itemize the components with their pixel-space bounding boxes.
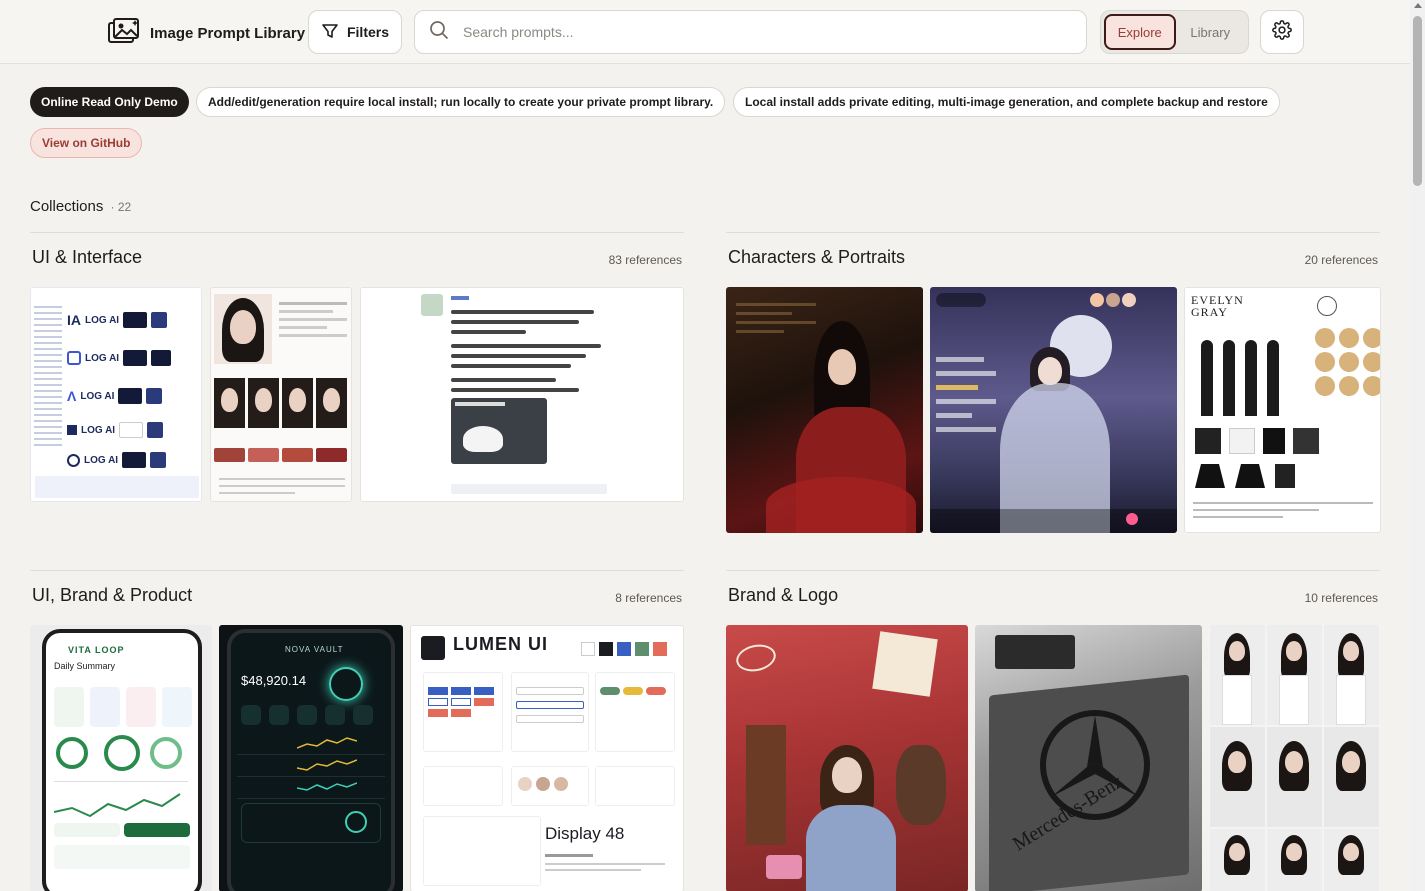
- collection-characters-portraits[interactable]: Characters & Portraits 20 references EVE…: [726, 232, 1381, 533]
- collections-title: Collections: [30, 198, 104, 215]
- thumbnail-moon-dancer[interactable]: [930, 287, 1177, 533]
- portfolio-value: $48,920.14: [241, 673, 307, 688]
- daily-summary-text: Daily Summary: [54, 661, 116, 671]
- evelyn-gray-text: EVELYN GRAY: [1191, 293, 1244, 319]
- doc-lines: [34, 306, 62, 450]
- thumbnail-lumen-ui-kit[interactable]: LUMEN UI Display 48: [410, 625, 684, 891]
- demo-badge: Online Read Only Demo: [30, 87, 189, 117]
- search-input[interactable]: [463, 24, 1043, 40]
- thumbnail-portrait-lipstick[interactable]: [210, 287, 352, 502]
- thumbnail-log-ai[interactable]: IA LOG AI LOG AI Λ LOG AI LOG AI LOG AI: [30, 287, 202, 502]
- brand-title: Image Prompt Library: [150, 25, 306, 42]
- collection-title: UI, Brand & Product: [32, 585, 193, 605]
- thumbnail-vita-loop-app[interactable]: VITA LOOP Daily Summary: [30, 625, 212, 891]
- scroll-thumb[interactable]: [1413, 16, 1422, 186]
- thumbnail-sticker-collage[interactable]: [726, 625, 968, 891]
- filter-icon: [321, 22, 339, 43]
- collection-brand-logo[interactable]: Brand & Logo 10 references Mercedes-Benz: [726, 570, 1380, 891]
- collection-title: Characters & Portraits: [728, 247, 906, 267]
- collection-title: Brand & Logo: [728, 585, 839, 605]
- top-header: Image Prompt Library Filters Explore Lib…: [0, 0, 1410, 64]
- scroll-up-arrow-icon[interactable]: [1413, 3, 1422, 8]
- filters-button[interactable]: Filters: [308, 10, 402, 54]
- log-ai-text: LOG AI: [85, 314, 120, 326]
- thumbnail-red-dress-portrait[interactable]: [726, 287, 923, 533]
- settings-button[interactable]: [1260, 10, 1304, 54]
- search-icon: [429, 20, 449, 45]
- collection-refs: 8 references: [615, 591, 682, 605]
- thumbnail-evelyn-gray[interactable]: EVELYN GRAY: [1184, 287, 1381, 533]
- thumbnail-nova-vault-app[interactable]: NOVA VAULT $48,920.14: [219, 625, 403, 891]
- lumen-ui-text: LUMEN UI: [453, 634, 548, 654]
- collection-refs: 10 references: [1304, 591, 1378, 605]
- collection-refs: 20 references: [1304, 253, 1378, 267]
- thumbnail-social-post[interactable]: [360, 287, 684, 502]
- search-bar: [414, 10, 1087, 54]
- tab-library[interactable]: Library: [1176, 14, 1246, 50]
- image-library-icon: [108, 18, 140, 49]
- brand[interactable]: Image Prompt Library: [108, 18, 305, 49]
- collection-ui-brand-product[interactable]: UI, Brand & Product 8 references VITA LO…: [30, 570, 684, 891]
- collection-title: UI & Interface: [32, 247, 143, 267]
- display-48-text: Display 48: [545, 824, 625, 843]
- filters-label: Filters: [346, 24, 389, 40]
- nova-vault-text: NOVA VAULT: [285, 645, 344, 654]
- page-scrollbar[interactable]: [1410, 0, 1425, 891]
- github-link[interactable]: View on GitHub: [30, 128, 143, 158]
- thumbnail-portrait-grid[interactable]: [1209, 625, 1380, 891]
- tab-explore[interactable]: Explore: [1104, 14, 1176, 50]
- gear-icon: [1272, 19, 1292, 45]
- vita-loop-text: VITA LOOP: [68, 645, 125, 655]
- collections-count: · 22: [110, 200, 132, 214]
- view-switcher: Explore Library: [1100, 10, 1249, 54]
- collection-refs: 83 references: [608, 253, 682, 267]
- collection-ui-interface[interactable]: UI & Interface 83 references IA LOG AI LO…: [30, 232, 684, 532]
- notice-local-install: Add/edit/generation require local instal…: [196, 87, 726, 117]
- collections-heading: Collections · 22: [30, 198, 131, 215]
- notice-local-features: Local install adds private editing, mult…: [733, 87, 1280, 117]
- thumbnail-mercedes-logo[interactable]: Mercedes-Benz: [975, 625, 1202, 891]
